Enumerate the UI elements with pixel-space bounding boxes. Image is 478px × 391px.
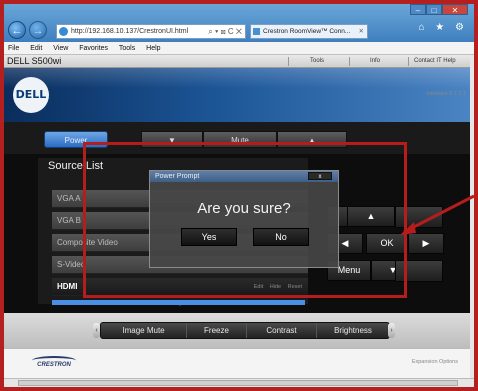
toolbar-scroll-right[interactable]: › <box>388 323 395 338</box>
down-icon: ▼ <box>168 136 176 145</box>
menu-favorites[interactable]: Favorites <box>79 45 108 52</box>
device-name: DELL S500wi <box>7 56 62 66</box>
maximize-button[interactable]: □ <box>426 4 442 15</box>
dell-banner: DELL <box>4 68 470 122</box>
source-item-hdmi[interactable]: HDMI Edit Hide Reset <box>52 278 308 296</box>
favicon-icon <box>253 28 260 35</box>
address-tools[interactable]: ⌕ ▾ ⊠ C ✕ <box>208 25 242 38</box>
tools-link[interactable]: Tools <box>310 55 324 68</box>
volume-up-button[interactable]: ▲ <box>277 131 347 148</box>
ok-button[interactable]: OK <box>366 233 408 254</box>
menu-view[interactable]: View <box>53 45 68 52</box>
forward-button[interactable]: → <box>29 21 47 39</box>
tab-close-icon[interactable]: ✕ <box>359 25 364 38</box>
expansion-options-link[interactable]: Expansion Options <box>412 359 458 365</box>
address-text: http://192.168.10.137/CrestronUI.html <box>71 28 189 35</box>
power-row: Power ▼ Mute ▲ <box>4 122 470 154</box>
crestron-logo: CRESTRON <box>32 356 76 371</box>
bottom-toolbar: ‹ Image Mute Freeze Contrast Brightness … <box>4 313 470 348</box>
browser-tab[interactable]: Crestron RoomView™ Conn... ✕ <box>250 24 368 39</box>
dialog-header: Power Prompt x <box>150 171 338 182</box>
no-button[interactable]: No <box>253 228 309 246</box>
list-item-label: HDMI <box>57 282 78 291</box>
back-button[interactable]: ← <box>8 21 26 39</box>
vertical-scrollbar[interactable] <box>470 55 474 378</box>
list-item-label: VGA B <box>57 216 82 225</box>
mute-button[interactable]: Mute <box>203 131 277 148</box>
pad-blank-bottom-right[interactable] <box>395 260 443 282</box>
divider <box>408 57 409 66</box>
window-controls: – □ ✕ <box>410 4 468 16</box>
menu-file[interactable]: File <box>8 45 19 52</box>
list-item-label: Composite Video <box>57 238 118 247</box>
dialog-title: Power Prompt <box>155 173 200 180</box>
menu-edit[interactable]: Edit <box>30 45 42 52</box>
menu-tools[interactable]: Tools <box>119 45 135 52</box>
interface-version: Interface 2.7.2.1 <box>426 91 466 97</box>
source-list-title: Source List <box>48 160 104 172</box>
page-top-bar: DELL S500wi Tools Info Contact IT Help <box>4 55 470 68</box>
toolbar-scroll-left[interactable]: ‹ <box>93 323 100 338</box>
scrollbar-thumb[interactable] <box>18 380 458 386</box>
power-prompt-dialog: Power Prompt x Are you sure? Yes No <box>149 170 339 268</box>
contact-it-help-link[interactable]: Contact IT Help <box>414 55 456 68</box>
address-bar[interactable]: http://192.168.10.137/CrestronUI.html ⌕ … <box>56 24 246 39</box>
pad-blank-top-right[interactable] <box>395 206 443 228</box>
tab-title: Crestron RoomView™ Conn... <box>263 28 351 35</box>
right-arrow-icon: ▶ <box>422 238 430 248</box>
forward-icon: → <box>32 25 44 37</box>
back-icon: ← <box>11 25 23 37</box>
toolbar-strip: Image Mute Freeze Contrast Brightness <box>100 322 390 339</box>
dialog-close-button[interactable]: x <box>308 172 332 180</box>
image-mute-button[interactable]: Image Mute <box>101 323 187 338</box>
up-arrow-icon: ▲ <box>366 211 376 221</box>
list-item-label: VGA A <box>57 194 81 203</box>
horizontal-scrollbar[interactable] <box>4 378 474 387</box>
close-window-button[interactable]: ✕ <box>442 4 468 15</box>
row-actions: Edit Hide Reset <box>249 278 302 296</box>
contrast-button[interactable]: Contrast <box>247 323 317 338</box>
list-item-label: S-Video <box>57 260 86 269</box>
banner-shine <box>4 68 470 88</box>
volume-down-button[interactable]: ▼ <box>141 131 203 148</box>
up-icon: ▲ <box>308 136 316 145</box>
dell-logo: DELL <box>13 77 49 113</box>
info-link[interactable]: Info <box>370 55 380 68</box>
reset-link[interactable]: Reset <box>288 284 302 290</box>
menu-help[interactable]: Help <box>146 45 160 52</box>
page-footer: CRESTRON Expansion Options <box>4 348 470 378</box>
browser-toolbar-icons[interactable]: ⌂ ★ ⚙ <box>418 22 468 33</box>
browser-titlebar: – □ ✕ ← → http://192.168.10.137/Crestron… <box>4 4 474 42</box>
selected-source-arrow <box>177 302 183 306</box>
power-button[interactable]: Power <box>44 131 108 148</box>
menu-bar: File Edit View Favorites Tools Help <box>4 42 474 55</box>
ie-icon <box>59 27 68 36</box>
freeze-button[interactable]: Freeze <box>187 323 247 338</box>
brightness-button[interactable]: Brightness <box>317 323 389 338</box>
edit-link[interactable]: Edit <box>254 284 263 290</box>
divider <box>349 57 350 66</box>
hide-link[interactable]: Hide <box>270 284 281 290</box>
dialog-question: Are you sure? <box>197 200 291 217</box>
left-arrow-icon: ◀ <box>341 238 349 248</box>
up-button[interactable]: ▲ <box>347 206 395 227</box>
divider <box>288 57 289 66</box>
yes-button[interactable]: Yes <box>181 228 237 246</box>
right-button[interactable]: ▶ <box>408 233 444 254</box>
minimize-button[interactable]: – <box>410 4 426 15</box>
